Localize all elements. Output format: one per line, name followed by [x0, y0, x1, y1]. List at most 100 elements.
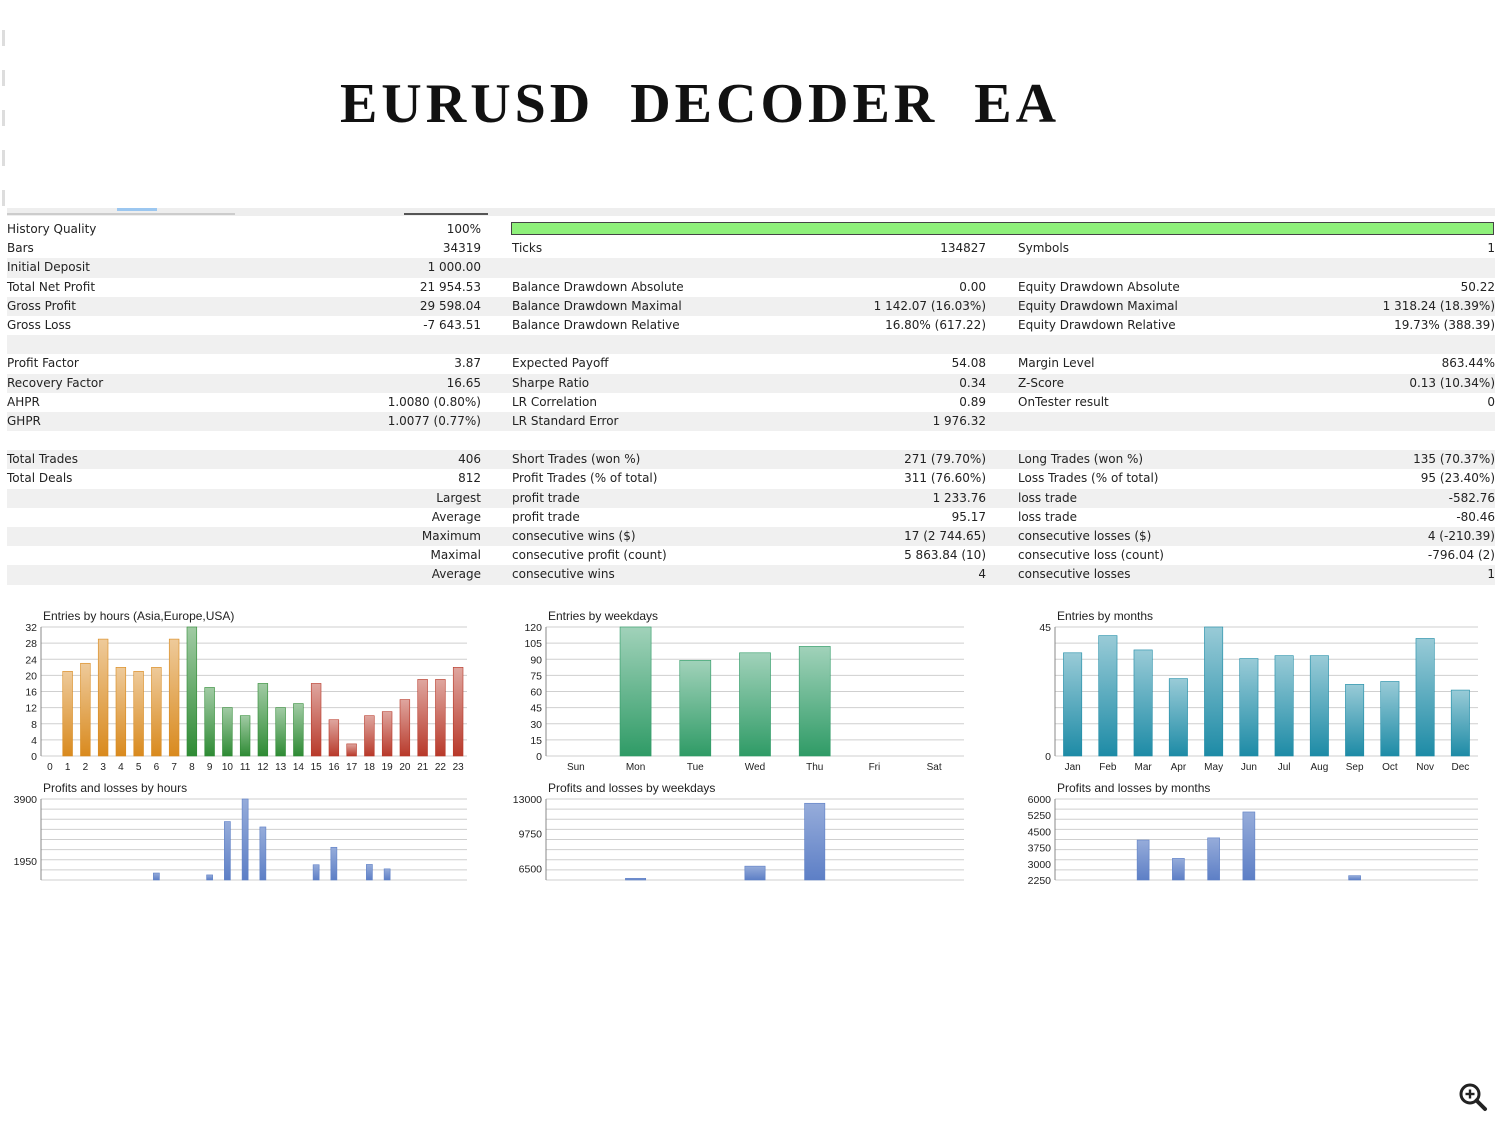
- backtest-report: History Quality 100% Bars 34319 Ticks 13482…: [7, 220, 1495, 604]
- y-tick-label: 4500: [1028, 826, 1052, 838]
- report-cell-v3: 1: [1487, 241, 1495, 256]
- chart-title: Entries by hours (Asia,Europe,USA): [43, 609, 234, 623]
- bar: [62, 671, 73, 757]
- x-tick-label: 10: [222, 762, 234, 773]
- x-tick-label: Sat: [927, 762, 942, 773]
- report-row: Maximal consecutive profit (count) 5 863.8…: [7, 546, 1495, 565]
- report-cell-v3: 1 318.24 (18.39%): [1382, 298, 1495, 313]
- x-tick-label: Oct: [1382, 762, 1398, 773]
- report-cell-v2: 54.08: [951, 356, 986, 371]
- history-quality-bar: [511, 222, 1494, 235]
- report-cell-c3: Equity Drawdown Relative: [1018, 317, 1176, 332]
- report-cell-v2: 16.80% (617.22): [885, 317, 986, 332]
- report-cell-v3: 0.13 (10.34%): [1409, 375, 1495, 390]
- report-cell-v1: 29 598.04: [419, 298, 481, 313]
- report-cell-c3: consecutive loss (count): [1018, 548, 1164, 563]
- report-cell-c1: Gross Loss: [7, 317, 71, 332]
- bar: [366, 864, 373, 881]
- y-tick-label: 30: [530, 719, 542, 731]
- report-cell-c1: Initial Deposit: [7, 260, 90, 275]
- history-quality-value: 100%: [446, 222, 481, 236]
- bar: [275, 707, 286, 757]
- report-cell-c2: Sharpe Ratio: [512, 375, 590, 390]
- bar: [383, 868, 391, 881]
- tab-strip[interactable]: [7, 208, 1495, 216]
- bar: [1450, 689, 1470, 757]
- bar: [364, 715, 375, 757]
- report-cell-c3: loss trade: [1018, 490, 1077, 505]
- bar: [1098, 635, 1118, 757]
- report-cell-c3: loss trade: [1018, 509, 1077, 524]
- report-row: [7, 335, 1495, 355]
- report-cell-c1: Recovery Factor: [7, 375, 104, 390]
- report-cell-c1r: Maximal: [430, 548, 481, 563]
- y-tick-label: 45: [530, 703, 542, 715]
- x-tick-label: 14: [293, 762, 305, 773]
- report-cell-c3: Symbols: [1018, 241, 1069, 256]
- report-row: Gross Loss -7 643.51 Balance Drawdown Rela…: [7, 316, 1495, 335]
- report-row: Maximum consecutive wins ($) 17 (2 744.65)…: [7, 527, 1495, 547]
- bar: [739, 652, 771, 757]
- chart-entries-months: Entries by months 0 45 Jan Feb Mar Apr May Jun Ju…: [1039, 609, 1478, 773]
- tab-underline-active: [404, 213, 488, 215]
- x-tick-label: 4: [118, 762, 124, 773]
- report-cell-v1: 1 000.00: [427, 260, 481, 275]
- x-tick-label: Sep: [1346, 762, 1364, 773]
- x-tick-label: 21: [417, 762, 429, 773]
- report-row: Profit Factor 3.87 Expected Payoff 54.08 Mar…: [7, 354, 1495, 373]
- x-tick-label: Nov: [1416, 762, 1434, 773]
- bar: [151, 667, 162, 757]
- tab-active-indicator[interactable]: [117, 208, 157, 211]
- report-cell-v1: 16.65: [446, 375, 481, 390]
- bar: [133, 671, 144, 757]
- report-cell-c2: Short Trades (won %): [512, 452, 641, 467]
- x-tick-label: 7: [171, 762, 177, 773]
- zoom-in-icon[interactable]: [1458, 1082, 1488, 1112]
- report-cell-c2: Ticks: [512, 241, 543, 256]
- report-cell-v2: 0.34: [959, 375, 986, 390]
- report-cell-c1: Gross Profit: [7, 298, 76, 313]
- bar: [224, 821, 231, 881]
- report-cell-c3: Equity Drawdown Absolute: [1018, 279, 1180, 294]
- report-cell-c2: consecutive profit (count): [512, 548, 667, 563]
- chart-pl-hours: Profits and losses by hours 1950 3900: [14, 781, 467, 881]
- chart-title: Profits and losses by hours: [43, 781, 187, 795]
- bar: [241, 798, 249, 881]
- x-tick-label: Sun: [567, 762, 585, 773]
- report-cell-v1: 812: [458, 471, 481, 486]
- y-tick-label: 6500: [519, 863, 543, 875]
- report-cell-v2: 271 (79.70%): [904, 452, 986, 467]
- report-cell-v2: 4: [978, 567, 986, 582]
- y-tick-label: 16: [25, 687, 37, 699]
- y-tick-label: 0: [1045, 751, 1051, 763]
- y-tick-label: 13000: [513, 794, 542, 806]
- x-tick-label: Jan: [1065, 762, 1081, 773]
- x-tick-label: 5: [136, 762, 142, 773]
- tab-underline: [7, 213, 235, 215]
- x-tick-label: 17: [346, 762, 358, 773]
- x-tick-label: 19: [382, 762, 394, 773]
- y-tick-label: 90: [530, 654, 542, 666]
- report-cell-c1: Bars: [7, 241, 34, 256]
- report-cell-c3: Equity Drawdown Maximal: [1018, 298, 1178, 313]
- report-row: Total Net Profit 21 954.53 Balance Drawdow…: [7, 278, 1495, 297]
- bar: [1133, 649, 1153, 757]
- report-row: Average profit trade 95.17 loss trade -80.46: [7, 508, 1495, 527]
- y-tick-label: 20: [25, 670, 37, 682]
- report-cell-v2: 95.17: [951, 509, 986, 524]
- y-tick-label: 75: [530, 670, 542, 682]
- bar: [1063, 652, 1083, 757]
- y-tick-label: 12: [25, 703, 37, 715]
- bar: [239, 715, 251, 757]
- y-tick-label: 6000: [1028, 794, 1052, 806]
- report-cell-v1: 34319: [442, 241, 481, 256]
- report-cell-v3: 50.22: [1460, 279, 1495, 294]
- report-row: Total Deals 812 Profit Trades (% of total)…: [7, 469, 1495, 488]
- report-cell-v1: 1.0080 (0.80%): [387, 394, 481, 409]
- x-tick-label: Jul: [1278, 762, 1291, 773]
- page-title: EURUSD DECODER EA: [339, 73, 1061, 135]
- report-cell-v3: 19.73% (388.39): [1394, 317, 1495, 332]
- x-tick-label: Jun: [1241, 762, 1257, 773]
- x-tick-label: 8: [189, 762, 195, 773]
- bar: [346, 743, 357, 757]
